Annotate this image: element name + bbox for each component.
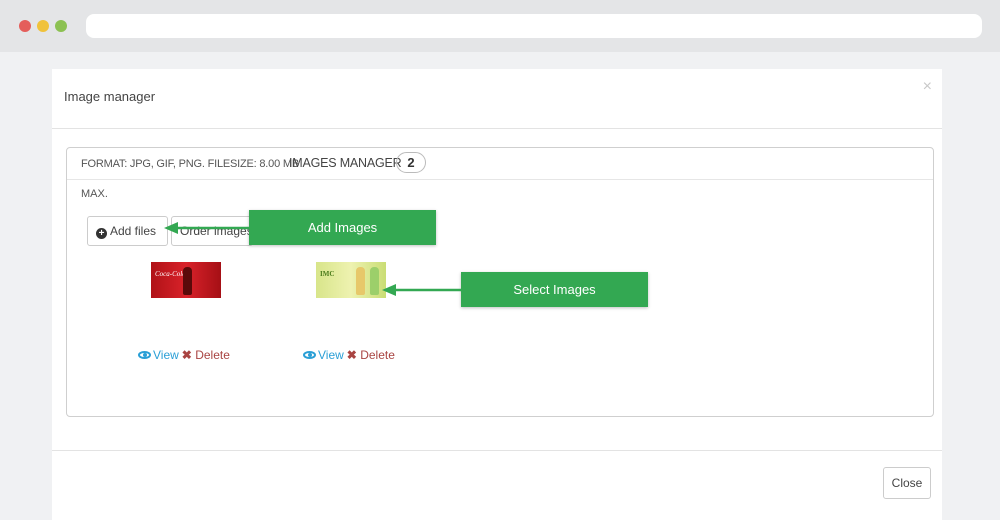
bottle-graphic	[183, 267, 192, 295]
image-thumbnail[interactable]: IMC	[316, 262, 386, 298]
eye-icon	[138, 351, 151, 359]
browser-chrome	[0, 0, 1000, 52]
view-link[interactable]: View	[138, 348, 179, 362]
add-images-callout: Add Images	[249, 210, 436, 245]
delete-x-icon: ✖	[346, 348, 357, 362]
add-files-label: Add files	[110, 224, 157, 238]
image-count-badge: 2	[396, 152, 426, 173]
format-info: FORMAT: JPG, GIF, PNG. FILESIZE: 8.00 MB	[81, 158, 299, 170]
image-thumbnail[interactable]: Coca-Cola	[151, 262, 221, 298]
modal-header: Image manager ×	[52, 69, 942, 129]
delete-link[interactable]: ✖ Delete	[182, 348, 230, 362]
thumbnail-title: IMC	[320, 270, 335, 278]
order-images-button[interactable]: Order images	[171, 216, 253, 246]
address-bar[interactable]	[86, 14, 982, 38]
delete-label: Delete	[195, 348, 230, 362]
images-manager-label: IMAGES MANAGER	[289, 156, 402, 170]
bottle-graphic	[370, 267, 379, 295]
bottle-graphic	[356, 267, 365, 295]
view-link[interactable]: View	[303, 348, 344, 362]
window-close-dot[interactable]	[19, 20, 31, 32]
max-info: MAX.	[81, 188, 108, 200]
close-icon[interactable]: ×	[923, 77, 932, 97]
view-label: View	[318, 348, 344, 362]
image-actions: View ✖ Delete	[138, 348, 230, 362]
select-images-callout: Select Images	[461, 272, 648, 307]
window-maximize-dot[interactable]	[55, 20, 67, 32]
plus-circle-icon: +	[96, 228, 107, 239]
add-files-button[interactable]: + Add files	[87, 216, 168, 246]
order-images-label: Order images	[180, 224, 253, 238]
delete-link[interactable]: ✖ Delete	[347, 348, 395, 362]
window-minimize-dot[interactable]	[37, 20, 49, 32]
close-button[interactable]: Close	[883, 467, 931, 499]
delete-label: Delete	[360, 348, 395, 362]
thumbnail-title: Coca-Cola	[155, 270, 186, 278]
eye-icon	[303, 351, 316, 359]
delete-x-icon: ✖	[181, 348, 192, 362]
image-actions: View ✖ Delete	[303, 348, 395, 362]
panel-header: FORMAT: JPG, GIF, PNG. FILESIZE: 8.00 MB…	[67, 148, 933, 180]
modal-title: Image manager	[64, 89, 156, 104]
view-label: View	[153, 348, 179, 362]
modal-footer: Close	[52, 450, 942, 520]
